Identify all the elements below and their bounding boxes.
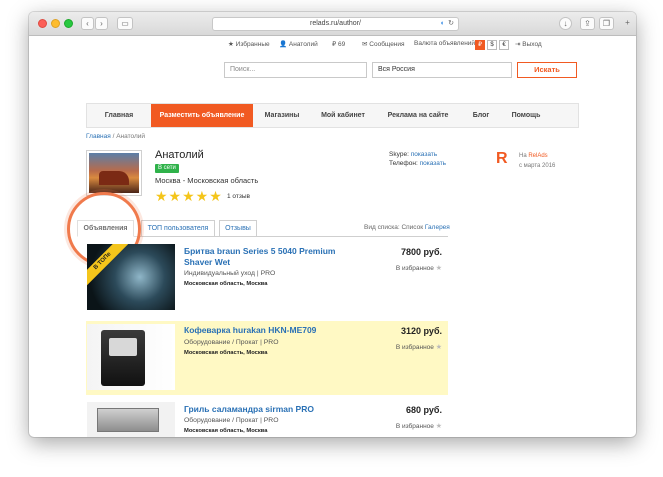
breadcrumb-home-link[interactable]: Главная [86,133,111,140]
listing-title-link[interactable]: Гриль саламандра sirman PRO [184,404,344,415]
listing-thumbnail[interactable] [87,402,175,437]
listing-location: Московская область, Москва [184,428,268,434]
listing-thumbnail[interactable]: В ТОПе [87,244,175,310]
currency-rub-button[interactable]: ₽ [475,40,485,50]
favorite-label: В избранное [395,265,434,272]
listing-location: Московская область, Москва [184,350,268,356]
on-site-prefix: На [519,153,527,159]
main-nav: Главная Разместить объявление Магазины М… [86,103,579,128]
listing-category: Оборудование / Прокат | PRO [184,339,279,346]
listing-item[interactable]: Кофеварка hurakan HKN-ME709 Оборудование… [86,321,448,395]
tab-top-user[interactable]: ТОП пользователя [141,220,215,237]
listing-title-link[interactable]: Кофеварка hurakan HKN-ME709 [184,325,344,336]
listing-price: 7800 руб. [401,247,442,257]
reviews-link[interactable]: 1 отзыв [227,193,250,200]
site-name-link[interactable]: RelAds [528,153,547,159]
user-link[interactable]: 👤 Анатолий [279,40,318,52]
profile-region: Москва - Московская область [155,176,259,185]
audio-icon[interactable]: ◖ [440,18,444,30]
search-input[interactable]: Поиск... [224,62,367,78]
on-site-label: На RelAds [519,153,548,159]
listing-item[interactable]: В ТОПе Бритва braun Series 5 5040 Premiu… [86,242,448,322]
skype-show-link[interactable]: показать [411,151,437,158]
currency-usd-button[interactable]: $ [487,40,497,50]
listing-thumbnail[interactable] [87,324,175,390]
member-since: с марта 2016 [519,163,556,169]
avatar[interactable] [86,150,142,196]
tabs-overview-icon[interactable]: ❐ [599,17,614,30]
avatar-image [89,153,139,193]
listing-category: Индивидуальный уход | PRO [184,270,276,277]
relads-logo-icon: R [496,150,508,167]
sidebar-toggle-icon[interactable]: ▭ [117,17,133,30]
phone-show-link[interactable]: показать [420,160,446,167]
nav-item-blog[interactable]: Блог [461,104,501,127]
browser-window: ‹ › ▭ relads.ru/author/ ◖ ↻ ↓ ⇪ ❐ + ★ Из… [29,12,636,437]
add-to-favorites-button[interactable]: В избранное ★ [396,422,442,430]
view-mode-gallery-link[interactable]: Галерея [425,224,450,231]
phone-row: Телефон: показать [389,160,446,167]
skype-row: Skype: показать [389,151,437,158]
nav-item-advertising[interactable]: Реклама на сайте [375,104,461,127]
messages-link[interactable]: ✉ Сообщения [362,40,405,52]
reload-icon[interactable]: ↻ [448,18,454,30]
browser-titlebar: ‹ › ▭ relads.ru/author/ ◖ ↻ ↓ ⇪ ❐ + [29,12,636,36]
phone-label: Телефон: [389,160,418,167]
favorite-label: В избранное [395,344,434,351]
rating-stars: ★★★★★ [155,188,223,204]
region-select[interactable]: Вся Россия [372,62,512,78]
add-to-favorites-button[interactable]: В избранное ★ [396,343,442,351]
online-status-badge: В сети [155,164,179,173]
skype-label: Skype: [389,151,409,158]
listing-price: 3120 руб. [401,326,442,336]
star-icon: ★ [435,344,442,351]
listing-title-link[interactable]: Бритва braun Series 5 5040 Premium Shave… [184,246,344,268]
currency-eur-button[interactable]: € [499,40,509,50]
back-arrow-icon[interactable]: ‹ [81,17,94,30]
add-to-favorites-button[interactable]: В избранное ★ [396,264,442,272]
nav-item-home[interactable]: Главная [87,104,151,127]
listing-price: 680 руб. [406,405,442,415]
currency-label: Валюта объявлений: [414,40,477,47]
coins-link[interactable]: ₽ 69 [332,40,345,52]
forward-arrow-icon[interactable]: › [95,17,108,30]
top-badge: В ТОПе [87,244,129,287]
url-text: relads.ru/author/ [310,20,361,27]
listing-item[interactable]: Гриль саламандра sirman PRO Оборудование… [86,400,448,437]
favorite-label: В избранное [395,423,434,430]
share-icon[interactable]: ⇪ [580,17,595,30]
listing-category: Оборудование / Прокат | PRO [184,417,279,424]
favorites-link[interactable]: ★ Избранные [228,40,270,52]
breadcrumb: Главная / Анатолий [86,133,145,140]
star-icon: ★ [435,423,442,430]
star-icon: ★ [435,265,442,272]
logout-link[interactable]: ⇥ Выход [515,40,542,52]
breadcrumb-separator: / [112,133,115,140]
search-button[interactable]: Искать [517,62,577,78]
view-mode-switch: Вид списка: Список Галерея [364,224,450,231]
listing-location: Московская область, Москва [184,281,268,287]
address-bar[interactable]: relads.ru/author/ ◖ ↻ [212,17,459,31]
new-tab-icon[interactable]: + [622,17,633,30]
view-mode-list[interactable]: Список [401,224,423,231]
tab-reviews[interactable]: Отзывы [219,220,257,237]
close-window-button[interactable] [38,19,47,28]
zoom-window-button[interactable] [64,19,73,28]
nav-item-help[interactable]: Помощь [501,104,551,127]
minimize-window-button[interactable] [51,19,60,28]
profile-name: Анатолий [155,149,204,161]
nav-item-shops[interactable]: Магазины [253,104,311,127]
nav-item-post-ad[interactable]: Разместить объявление [151,104,253,127]
nav-item-cabinet[interactable]: Мой кабинет [311,104,375,127]
breadcrumb-current: Анатолий [116,133,146,140]
view-mode-label: Вид списка: [364,224,400,231]
download-icon[interactable]: ↓ [559,17,572,30]
